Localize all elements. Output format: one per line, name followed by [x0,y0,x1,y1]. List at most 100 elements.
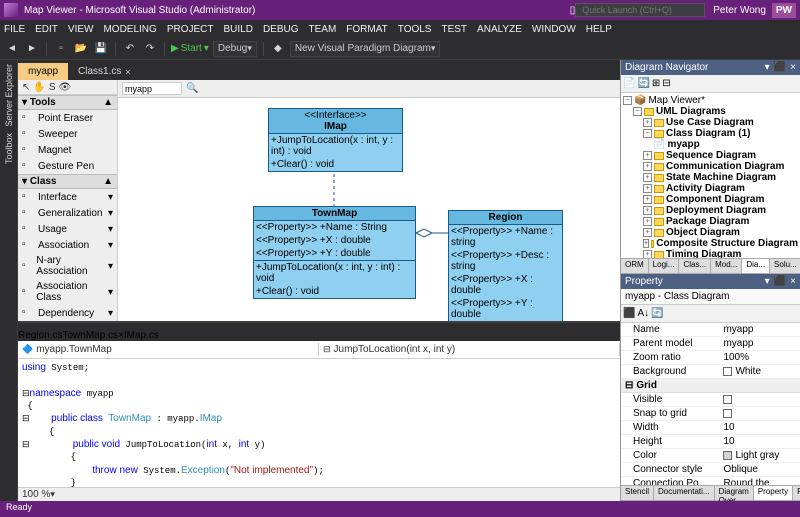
expand-icon[interactable]: ⊞ [652,78,660,89]
menu-file[interactable]: FILE [4,24,25,35]
nav-tab[interactable]: Solu... [770,259,800,273]
property-row[interactable]: Connection Po...Round the Shape [621,477,800,485]
grid-category[interactable]: ⊟ Grid [621,379,800,393]
property-row[interactable]: Parent modelmyapp [621,337,800,351]
nav-tab[interactable]: Clas... [679,259,711,273]
property-object[interactable]: myapp - Class Diagram [621,289,800,305]
property-row[interactable]: Visible [621,393,800,407]
tree-item[interactable]: + State Machine Diagram [623,172,798,183]
tree-item[interactable]: + Deployment Diagram [623,205,798,216]
tool-item[interactable]: ▫Gesture Pen [18,158,117,174]
toolbox-tab[interactable]: Toolbox [4,133,14,164]
menu-help[interactable]: HELP [586,24,612,35]
class-tool-item[interactable]: ▫Usage ▾ [18,221,117,237]
menu-view[interactable]: VIEW [68,24,94,35]
property-row[interactable]: Zoom ratio100% [621,351,800,365]
start-button[interactable]: ▶ Start ▾ [171,43,209,54]
user-name[interactable]: Peter Wong [713,5,766,16]
class-tool-item[interactable]: ▫N-ary Association ▾ [18,253,117,279]
class-tool-item[interactable]: ▫Interface ▾ [18,189,117,205]
class-tool-item[interactable]: ▫Association ▾ [18,237,117,253]
new-icon[interactable]: ▫ [53,41,69,57]
prop-tab[interactable]: Properties [793,486,800,500]
zoom-level[interactable]: 100 % [22,489,50,500]
undo-icon[interactable]: ↶ [122,41,138,57]
property-row[interactable]: Color Light gray [621,449,800,463]
cat-icon[interactable]: ⬛ [623,308,635,319]
az-icon[interactable]: A↓ [637,308,649,319]
tab-myapp[interactable]: myapp [18,63,68,80]
menu-debug[interactable]: DEBUG [263,24,299,35]
new-icon[interactable]: 📄 [623,78,635,89]
diagram-canvas[interactable]: <<Interface>>IMap +JumpToLocation(x : in… [118,98,620,321]
menu-test[interactable]: TEST [441,24,467,35]
class-tool-item[interactable]: ▫Dependency ▾ [18,305,117,321]
refresh-icon[interactable]: 🔄 [651,308,663,319]
new-diagram-combo[interactable]: New Visual Paradigm Diagram ▾ [290,41,441,57]
tree-item[interactable]: + Composite Structure Diagram [623,238,798,249]
class-tool-item[interactable]: ▫Association Class ▾ [18,279,117,305]
pin-icon[interactable]: ⬛ [774,62,786,73]
eye-icon[interactable]: 👁 [59,82,72,93]
tree-item[interactable]: + Timing Diagram [623,249,798,258]
property-row[interactable]: Height10 [621,435,800,449]
member-selector[interactable]: ⊟ JumpToLocation(int x, int y) [319,343,620,356]
dropdown-icon[interactable]: ▾ [765,62,770,73]
redo-icon[interactable]: ↷ [142,41,158,57]
nav-tab[interactable]: Dia... [742,259,770,273]
property-row[interactable]: Width10 [621,421,800,435]
tree-item[interactable]: + Object Diagram [623,227,798,238]
tree-item[interactable]: + Communication Diagram [623,161,798,172]
nav-fwd-icon[interactable]: ► [24,41,40,57]
search-icon[interactable]: 🔍 [186,83,198,94]
menu-analyze[interactable]: ANALYZE [477,24,522,35]
prop-tab[interactable]: Property [754,486,793,500]
prop-tab[interactable]: Diagram Over... [715,486,754,500]
tool-item[interactable]: ▫Magnet [18,142,117,158]
nav-back-icon[interactable]: ◄ [4,41,20,57]
hand-icon[interactable]: ✋ [33,82,45,93]
menu-format[interactable]: FORMAT [346,24,387,35]
prop-tab[interactable]: Documentati... [654,486,715,500]
tab-class1[interactable]: Class1.cs× [68,63,141,80]
class-header[interactable]: ▾ Class▲ [18,174,117,189]
menu-project[interactable]: PROJECT [167,24,214,35]
nav-tab[interactable]: Logi... [649,259,680,273]
type-selector[interactable]: 🔷 myapp.TownMap [18,343,319,356]
refresh-icon[interactable]: 🔄 [637,78,649,89]
property-row[interactable]: Background White [621,365,800,379]
config-combo[interactable]: Debug ▾ [213,41,257,57]
open-icon[interactable]: 📂 [73,41,89,57]
menu-modeling[interactable]: MODELING [103,24,156,35]
tree-item[interactable]: + Sequence Diagram [623,150,798,161]
tab-region-cs[interactable]: Region.cs [18,330,62,341]
tab-imap-cs[interactable]: IMap.cs [124,330,159,341]
user-badge[interactable]: PW [772,3,796,18]
tree-item[interactable]: + Component Diagram [623,194,798,205]
class-tool-item[interactable]: ▫Generalization ▾ [18,205,117,221]
collapse-icon[interactable]: ⊟ [662,78,670,89]
close-icon[interactable]: × [125,67,130,77]
property-row[interactable]: Namemyapp [621,323,800,337]
close-icon[interactable]: × [790,62,796,73]
tools-header[interactable]: ▾ Tools▲ [18,95,117,110]
tab-townmap-cs[interactable]: TownMap.cs× [62,330,123,341]
class-region[interactable]: Region <<Property>> +Name : string <<Pro… [448,210,563,321]
quick-launch-input[interactable] [575,3,705,17]
nav-tab[interactable]: Mod... [711,259,742,273]
server-explorer-tab[interactable]: Server Explorer [4,64,14,127]
tree-item[interactable]: 📄 myapp [623,139,798,150]
property-row[interactable]: Snap to grid [621,407,800,421]
property-row[interactable]: Connector styleOblique [621,463,800,477]
close-icon[interactable]: × [790,276,796,287]
dropdown-icon[interactable]: ▾ [765,276,770,287]
prop-tab[interactable]: Stencil [621,486,654,500]
tree-item[interactable]: − Class Diagram (1) [623,128,798,139]
s-icon[interactable]: S [49,82,56,93]
menu-window[interactable]: WINDOW [532,24,576,35]
tree-item[interactable]: + Activity Diagram [623,183,798,194]
menu-tools[interactable]: TOOLS [398,24,432,35]
diagram-name-input[interactable] [122,82,182,95]
menu-team[interactable]: TEAM [309,24,337,35]
cursor-icon[interactable]: ↖ [22,82,30,93]
